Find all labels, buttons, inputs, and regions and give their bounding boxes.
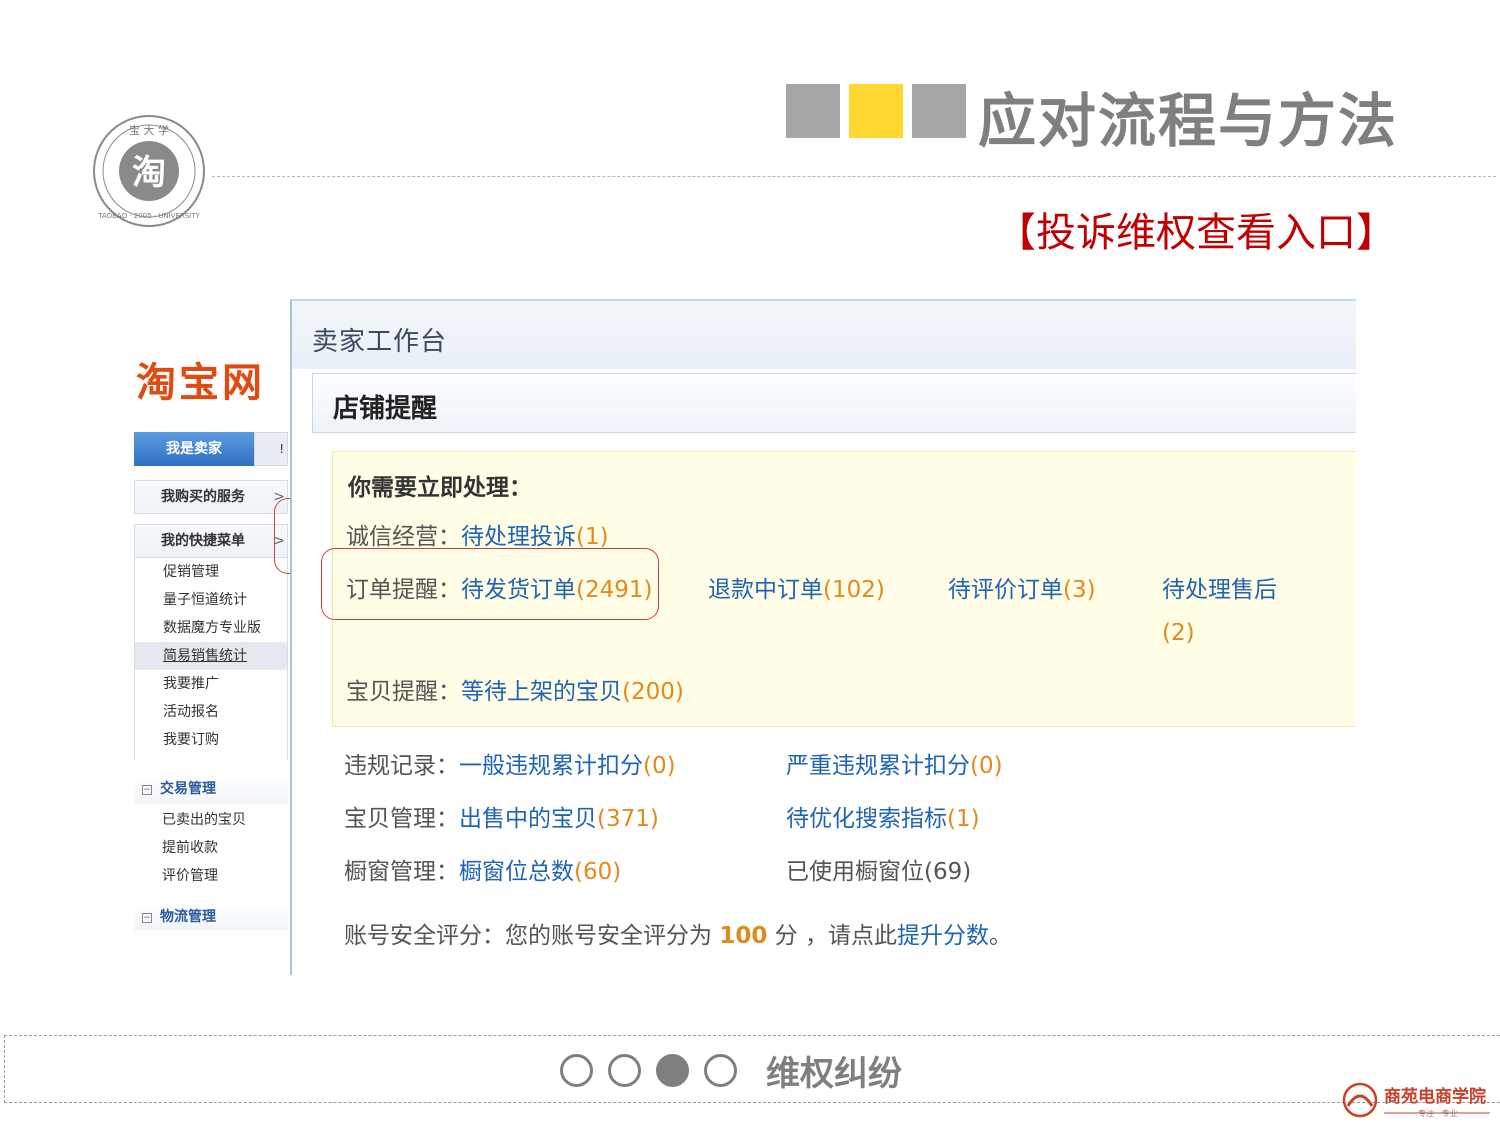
showcase-label: 橱窗管理： (344, 859, 459, 885)
integrity-label: 诚信经营： (346, 524, 461, 550)
workbench-header: 卖家工作台 (292, 301, 1356, 369)
taobao-logo: 淘宝网 (136, 360, 265, 406)
refund-orders-item: 退款中订单(102) (708, 570, 885, 604)
security-end: 。 (988, 923, 1012, 949)
to-review-orders-item: 待评价订单(3) (948, 570, 1096, 604)
general-violation-count: (0) (643, 753, 676, 779)
awaiting-listing-count: (200) (622, 679, 684, 705)
taobao-university-seal-icon: 淘 宝 大 学 TAOBAO · 2005 · UNIVERSITY (93, 115, 205, 227)
violation-label: 违规记录： (344, 753, 459, 779)
quick-menu-item[interactable]: 我要订购 (135, 726, 287, 754)
deco-square-gray (912, 84, 966, 138)
showcase-total-link[interactable]: 橱窗位总数 (459, 859, 574, 885)
trade-menu-item[interactable]: 评价管理 (134, 862, 288, 890)
item-reminder-label: 宝贝提醒： (346, 679, 461, 705)
quick-menu-item-active[interactable]: 简易销售统计 (135, 642, 287, 670)
quick-menu-title: 我的快捷菜单 (161, 533, 245, 549)
svg-text:宝 大 学: 宝 大 学 (129, 123, 169, 137)
quick-menu-item[interactable]: 促销管理 (135, 558, 287, 586)
quick-menu-item[interactable]: 我要推广 (135, 670, 287, 698)
on-sale-items-link[interactable]: 出售中的宝贝 (459, 806, 597, 832)
awaiting-listing-link[interactable]: 等待上架的宝贝 (461, 679, 622, 705)
school-logo-text: 商苑电商学院 (1384, 1087, 1486, 1107)
item-reminder-row: 宝贝提醒：等待上架的宝贝(200) (346, 672, 684, 706)
progress-dots (560, 1054, 737, 1087)
footer-bar (4, 1035, 1500, 1103)
purchased-services-menu[interactable]: 我购买的服务 > (134, 480, 288, 514)
title-decoration (786, 84, 966, 138)
quick-menu-list: 促销管理 量子恒道统计 数据魔方专业版 简易销售统计 我要推广 活动报名 我要订… (134, 558, 288, 760)
search-optimize-item: 待优化搜索指标(1) (786, 799, 980, 833)
trade-management-section[interactable]: − 交易管理 (134, 774, 288, 804)
slide-subtitle: 【投诉维权查看入口】 (996, 210, 1396, 256)
deco-square-yellow (849, 84, 903, 138)
after-sales-link[interactable]: 待处理售后 (1162, 570, 1277, 604)
pending-complaints-count: (1) (576, 524, 609, 550)
seller-tab-suffix: ! (254, 432, 288, 466)
progress-dot-current (656, 1054, 689, 1087)
deco-square-gray (786, 84, 840, 138)
purchased-services-label: 我购买的服务 (161, 489, 245, 505)
header-divider (212, 176, 1496, 177)
progress-dot (608, 1054, 641, 1087)
refund-orders-link[interactable]: 退款中订单 (708, 577, 823, 603)
security-unit: 分 (774, 923, 798, 949)
slide-title: 应对流程与方法 (978, 87, 1399, 155)
progress-dot (704, 1054, 737, 1087)
quick-menu-item[interactable]: 活动报名 (135, 698, 287, 726)
highlight-circle (321, 548, 659, 620)
footer-section-label: 维权纠纷 (766, 1054, 902, 1094)
after-sales-count: (2) (1162, 620, 1195, 646)
logistics-management-section[interactable]: − 物流管理 (134, 904, 288, 930)
security-prefix: 您的账号安全评分为 (505, 923, 712, 949)
account-security-row: 账号安全评分：您的账号安全评分为 100 分 ，请点此提升分数。 (344, 916, 1012, 950)
showcase-used-text: 已使用橱窗位(69) (786, 859, 972, 885)
school-logo-tagline: 专注 · 专业 (1418, 1109, 1458, 1118)
serious-violation-link[interactable]: 严重违规累计扣分 (786, 753, 970, 779)
logistics-management-title: 物流管理 (160, 909, 216, 925)
pending-complaints-link[interactable]: 待处理投诉 (461, 524, 576, 550)
quick-menu-item[interactable]: 量子恒道统计 (135, 586, 287, 614)
on-sale-items-count: (371) (597, 806, 659, 832)
trade-menu-item[interactable]: 已卖出的宝贝 (134, 806, 288, 834)
general-violation-link[interactable]: 一般违规累计扣分 (459, 753, 643, 779)
search-optimize-link[interactable]: 待优化搜索指标 (786, 806, 947, 832)
collapse-icon[interactable]: − (142, 785, 152, 795)
search-optimize-count: (1) (947, 806, 980, 832)
trade-management-title: 交易管理 (160, 781, 216, 797)
trade-menu-item[interactable]: 提前收款 (134, 834, 288, 862)
security-middle: ，请点此 (804, 923, 897, 949)
item-management-row: 宝贝管理：出售中的宝贝(371) (344, 799, 659, 833)
showcase-total-count: (60) (574, 859, 622, 885)
serious-violation-count: (0) (970, 753, 1003, 779)
quick-menu-header[interactable]: 我的快捷菜单 > (134, 524, 288, 558)
refund-orders-count: (102) (823, 577, 885, 603)
collapse-icon[interactable]: − (142, 913, 152, 923)
showcase-row: 橱窗管理：橱窗位总数(60) (344, 852, 621, 886)
to-review-orders-count: (3) (1063, 577, 1096, 603)
store-reminder-title: 店铺提醒 (333, 394, 438, 424)
security-label: 账号安全评分： (344, 923, 505, 949)
urgent-heading: 你需要立即处理： (348, 475, 532, 501)
item-management-label: 宝贝管理： (344, 806, 459, 832)
to-review-orders-link[interactable]: 待评价订单 (948, 577, 1063, 603)
store-reminder-header: 店铺提醒 (312, 373, 1356, 433)
seller-nav-panel: 淘宝网 我是卖家 ! 我购买的服务 > 我的快捷菜单 > 促销管理 量子恒道统计… (134, 346, 288, 930)
trade-management-list: 已卖出的宝贝 提前收款 评价管理 (134, 806, 288, 894)
svg-text:淘: 淘 (132, 153, 166, 193)
integrity-row: 诚信经营：待处理投诉(1) (346, 517, 609, 551)
violation-row: 违规记录：一般违规累计扣分(0) (344, 746, 676, 780)
serious-violation-item: 严重违规累计扣分(0) (786, 746, 1003, 780)
progress-dot (560, 1054, 593, 1087)
security-score: 100 (719, 923, 768, 949)
quick-menu-item[interactable]: 数据魔方专业版 (135, 614, 287, 642)
seller-tab-button[interactable]: 我是卖家 (134, 432, 254, 466)
workbench-title: 卖家工作台 (312, 327, 448, 357)
improve-score-link[interactable]: 提升分数 (897, 923, 989, 949)
svg-text:TAOBAO · 2005 · UNIVERSITY: TAOBAO · 2005 · UNIVERSITY (97, 212, 200, 220)
